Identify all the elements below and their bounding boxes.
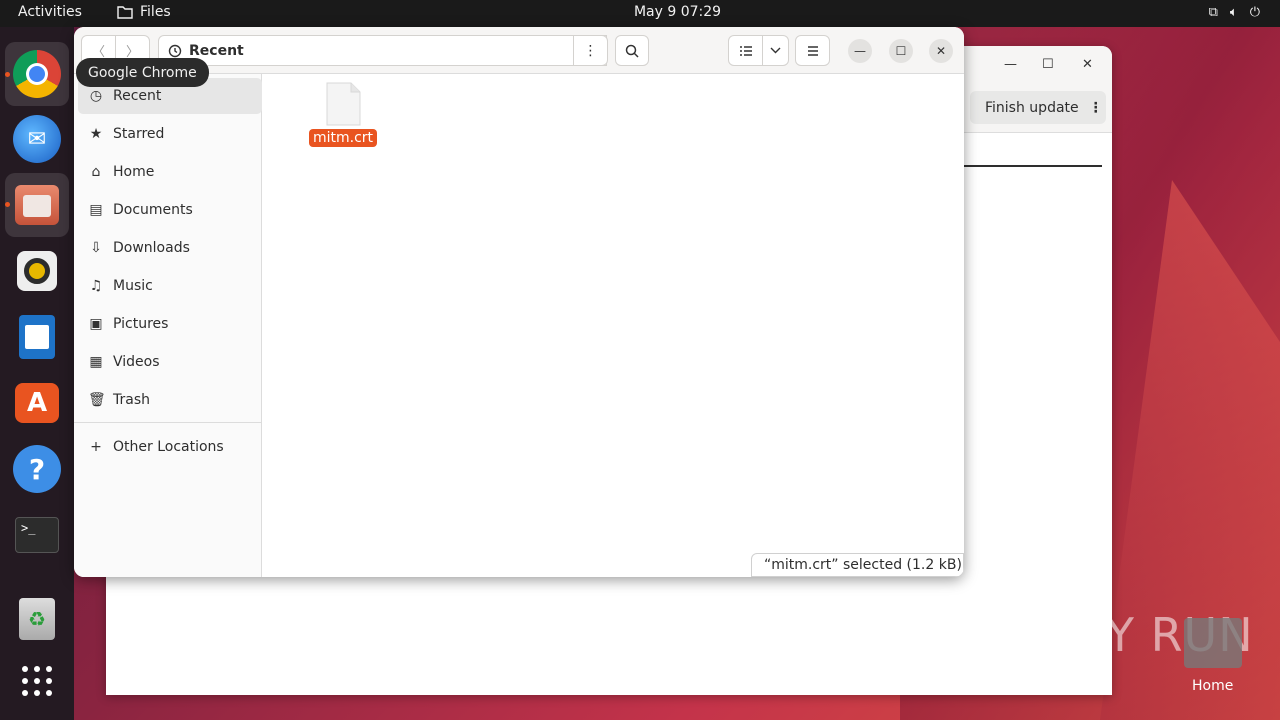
writer-icon bbox=[19, 315, 55, 359]
picture-icon: ▣ bbox=[89, 316, 103, 332]
sidebar-item-label: Pictures bbox=[113, 316, 169, 332]
clock-icon bbox=[168, 44, 182, 57]
clock-icon: ◷ bbox=[89, 88, 103, 104]
kebab-menu-icon: ⋮ bbox=[1088, 99, 1103, 116]
search-icon bbox=[625, 44, 639, 58]
dock-thunderbird[interactable]: ✉ bbox=[5, 107, 69, 171]
hamburger-icon bbox=[807, 45, 818, 56]
sidebar-item-pictures[interactable]: ▣ Pictures bbox=[78, 306, 262, 342]
thunderbird-icon: ✉ bbox=[13, 115, 61, 163]
main-menu-button[interactable] bbox=[795, 35, 830, 66]
dock: ✉ A ? >_ ♻ bbox=[0, 27, 74, 720]
sidebar-item-downloads[interactable]: ⇩ Downloads bbox=[78, 230, 262, 266]
finish-update-button[interactable]: Finish update ⋮ bbox=[970, 91, 1106, 124]
search-button[interactable] bbox=[615, 35, 649, 66]
minimize-icon: — bbox=[854, 44, 866, 58]
power-icon: ⏻ bbox=[1249, 5, 1260, 20]
sidebar-item-label: Downloads bbox=[113, 240, 190, 256]
sidebar-item-music[interactable]: ♫ Music bbox=[78, 268, 262, 304]
path-menu-button[interactable]: ⋮ bbox=[573, 35, 608, 66]
files-window[interactable]: 〈 〉 Recent ⋮ — ☐ ✕ ◷ Recent ★ Starred ⌂ … bbox=[74, 27, 964, 577]
file-item[interactable]: mitm.crt bbox=[308, 82, 378, 147]
dock-writer[interactable] bbox=[5, 305, 69, 369]
star-icon: ★ bbox=[89, 126, 103, 142]
minimize-button[interactable]: — bbox=[848, 39, 872, 63]
top-bar: Activities Files May 9 07:29 ⧉ 🔈︎ ⏻ bbox=[0, 0, 1280, 27]
plus-icon: + bbox=[90, 439, 102, 455]
dock-app-center[interactable]: A bbox=[5, 371, 69, 435]
file-name-label: mitm.crt bbox=[308, 129, 378, 147]
sidebar-item-home[interactable]: ⌂ Home bbox=[78, 154, 262, 190]
dock-rhythmbox[interactable] bbox=[5, 239, 69, 303]
terminal-icon: >_ bbox=[15, 517, 59, 553]
close-icon[interactable]: ✕ bbox=[1082, 57, 1093, 72]
trash-icon: 🗑︎ bbox=[88, 392, 106, 408]
network-icon: ⧉ bbox=[1208, 5, 1218, 20]
view-options-button[interactable] bbox=[762, 35, 789, 66]
list-view-icon bbox=[739, 45, 752, 56]
desktop-home-icon[interactable] bbox=[1184, 618, 1242, 668]
home-icon: ⌂ bbox=[91, 164, 101, 180]
sidebar-item-label: Videos bbox=[113, 354, 160, 370]
desktop-home-label[interactable]: Home bbox=[1192, 678, 1233, 694]
dock-files[interactable] bbox=[5, 173, 69, 237]
help-icon: ? bbox=[13, 445, 61, 493]
selection-status: “mitm.crt” selected (1.2 kB) bbox=[751, 553, 964, 577]
sidebar-divider bbox=[74, 422, 262, 423]
trash-icon: ♻ bbox=[19, 598, 55, 640]
video-icon: ▦ bbox=[89, 354, 103, 370]
minimize-icon[interactable]: — bbox=[1004, 57, 1017, 72]
running-indicator bbox=[5, 72, 10, 77]
sidebar-item-label: Documents bbox=[113, 202, 193, 218]
dock-terminal[interactable]: >_ bbox=[5, 503, 69, 567]
app-center-icon: A bbox=[15, 383, 59, 423]
file-view[interactable]: mitm.crt bbox=[263, 74, 964, 577]
sidebar-item-other-locations[interactable]: + Other Locations bbox=[78, 429, 262, 465]
sidebar-item-label: Starred bbox=[113, 126, 165, 142]
file-icon bbox=[326, 82, 360, 126]
divider bbox=[964, 165, 1102, 167]
app-grid-icon bbox=[22, 666, 52, 696]
maximize-icon: ☐ bbox=[895, 44, 907, 58]
chevron-down-icon bbox=[770, 47, 781, 54]
sidebar-item-label: Other Locations bbox=[113, 439, 224, 455]
current-location: Recent bbox=[189, 42, 244, 59]
maximize-button[interactable]: ☐ bbox=[889, 39, 913, 63]
clock[interactable]: May 9 07:29 bbox=[0, 4, 1280, 20]
view-list-button[interactable] bbox=[728, 35, 763, 66]
sidebar-item-label: Recent bbox=[113, 88, 162, 104]
document-icon: ▤ bbox=[89, 202, 103, 218]
running-indicator bbox=[5, 202, 10, 207]
system-tray[interactable]: ⧉ 🔈︎ ⏻ bbox=[1209, 5, 1260, 20]
finish-update-label: Finish update bbox=[985, 99, 1079, 116]
sidebar-item-label: Music bbox=[113, 278, 153, 294]
chrome-icon bbox=[13, 50, 61, 98]
volume-icon: 🔈︎ bbox=[1229, 5, 1238, 20]
files-icon bbox=[15, 185, 59, 225]
close-button[interactable]: ✕ bbox=[929, 39, 953, 63]
sidebar-item-label: Home bbox=[113, 164, 155, 180]
sidebar-item-label: Trash bbox=[113, 392, 150, 408]
close-icon: ✕ bbox=[935, 44, 947, 58]
sidebar-item-videos[interactable]: ▦ Videos bbox=[78, 344, 262, 380]
maximize-icon[interactable]: ☐ bbox=[1042, 57, 1054, 72]
rhythmbox-icon bbox=[17, 251, 57, 291]
path-bar[interactable]: Recent bbox=[158, 35, 607, 66]
download-icon: ⇩ bbox=[90, 240, 102, 256]
music-icon: ♫ bbox=[89, 278, 103, 294]
sidebar-item-starred[interactable]: ★ Starred bbox=[78, 116, 262, 152]
dock-chrome[interactable] bbox=[5, 42, 69, 106]
sidebar: ◷ Recent ★ Starred ⌂ Home ▤ Documents ⇩ … bbox=[74, 74, 262, 577]
dock-tooltip: Google Chrome bbox=[76, 58, 209, 87]
dock-app-grid[interactable] bbox=[5, 649, 69, 713]
dock-help[interactable]: ? bbox=[5, 437, 69, 501]
kebab-menu-icon: ⋮ bbox=[583, 42, 598, 59]
sidebar-item-documents[interactable]: ▤ Documents bbox=[78, 192, 262, 228]
sidebar-item-trash[interactable]: 🗑︎ Trash bbox=[78, 382, 262, 418]
dock-trash[interactable]: ♻ bbox=[5, 587, 69, 651]
